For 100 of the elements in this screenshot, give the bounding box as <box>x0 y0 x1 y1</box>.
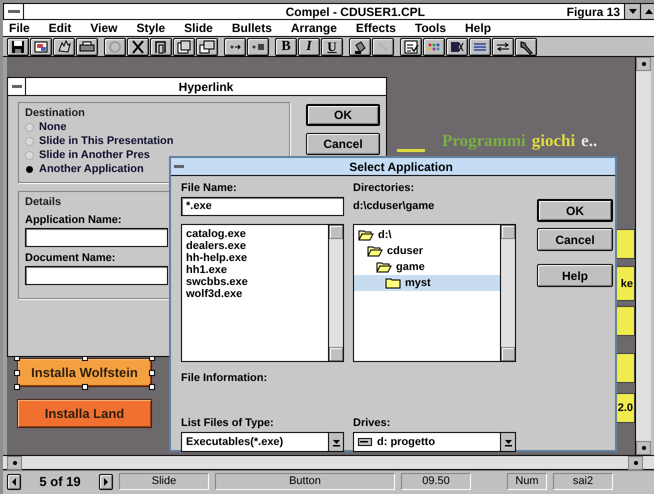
toolbar-button[interactable] <box>400 38 422 56</box>
status-text: Num <box>507 473 547 490</box>
radio-button[interactable] <box>25 136 34 146</box>
cancel-button[interactable]: Cancel <box>306 133 380 155</box>
toolbar-button[interactable] <box>104 38 126 56</box>
format-button[interactable]: B <box>275 38 297 56</box>
directory-item[interactable]: game <box>354 259 500 275</box>
paint-bucket-icon <box>352 38 368 54</box>
menu-item[interactable]: Style <box>136 21 166 35</box>
list-entry[interactable]: wolf3d.exe <box>186 288 324 300</box>
list-entry[interactable]: hh1.exe <box>186 264 324 276</box>
toolbar-button[interactable] <box>469 38 491 56</box>
radio-button[interactable] <box>25 150 34 160</box>
option-label[interactable]: Slide in Another Pres <box>39 149 150 161</box>
menu-item[interactable]: View <box>90 21 118 35</box>
toolbar-button[interactable] <box>76 38 98 56</box>
format-button[interactable]: I <box>298 38 320 56</box>
open-folder-icon <box>376 261 392 273</box>
slide-shape <box>616 306 635 336</box>
file-name-field[interactable]: *.exe <box>181 197 344 216</box>
list-entry[interactable]: hh-help.exe <box>186 252 324 264</box>
toolbar-button[interactable] <box>173 38 195 56</box>
directory-path: d:\cduser\game <box>353 200 434 212</box>
open-folder-icon <box>367 245 383 257</box>
toolbar-button[interactable] <box>53 38 75 56</box>
toolbar-button[interactable] <box>247 38 269 56</box>
menu-item[interactable]: Tools <box>414 21 446 35</box>
directory-item[interactable]: cduser <box>354 243 500 259</box>
toolbar-button[interactable] <box>127 38 149 56</box>
toolbar-button[interactable] <box>196 38 218 56</box>
toolbar-button[interactable] <box>224 38 246 56</box>
file-type-dropdown[interactable]: Executables(*.exe) <box>181 432 344 452</box>
slide-line <box>397 149 425 152</box>
input-field[interactable] <box>25 228 168 247</box>
toolbar-button[interactable] <box>515 38 537 56</box>
down-triangle-icon <box>628 8 636 14</box>
slide-text-box: 2.0 <box>616 393 635 423</box>
toolbar-button[interactable] <box>423 38 445 56</box>
checklist-icon <box>403 38 419 54</box>
radio-button[interactable] <box>25 122 34 132</box>
menu-item[interactable]: Slide <box>184 21 213 35</box>
toolbar-button[interactable] <box>7 38 29 56</box>
toolbar-button[interactable] <box>30 38 52 56</box>
option-label[interactable]: Slide in This Presentation <box>39 135 174 147</box>
scroll-up-button[interactable] <box>636 57 651 71</box>
format-button[interactable]: U <box>321 38 343 56</box>
ok-button[interactable]: OK <box>537 199 613 222</box>
list-entry[interactable]: dealers.exe <box>186 240 324 252</box>
option-label[interactable]: None <box>39 121 66 133</box>
toolbar-button[interactable] <box>446 38 468 56</box>
scroll-right-button[interactable] <box>628 456 643 470</box>
menu-item[interactable]: Effects <box>356 21 396 35</box>
circular-arrows-icon <box>107 38 123 54</box>
slide-counter: 5 of 19 <box>38 474 82 489</box>
cancel-button[interactable]: Cancel <box>537 228 613 251</box>
toolbar-button[interactable] <box>150 38 172 56</box>
menu-item[interactable]: Bullets <box>232 21 272 35</box>
field-label: List Files of Type: <box>181 417 275 431</box>
dialog-title: Select Application <box>348 160 454 174</box>
scroll-left-button[interactable] <box>7 456 22 470</box>
toolbar-button[interactable] <box>349 38 371 56</box>
open-folder-icon <box>358 229 374 241</box>
maximize-button[interactable] <box>640 4 654 19</box>
menu-item[interactable]: File <box>9 21 30 35</box>
status-text: Button <box>215 473 395 490</box>
scroll-down-button[interactable] <box>636 441 651 455</box>
list-entry[interactable]: swcbbs.exe <box>186 276 324 288</box>
menu-item[interactable]: Edit <box>48 21 72 35</box>
toolbar-button[interactable] <box>372 38 394 56</box>
directory-list[interactable]: d:\ cduser game myst <box>353 224 516 362</box>
slide-title-text: Programmi <box>442 131 526 151</box>
input-field[interactable] <box>25 266 168 285</box>
slide-shape <box>616 353 635 383</box>
help-button[interactable]: Help <box>537 264 613 287</box>
slide-text-box: ke <box>616 266 635 301</box>
paste-icon <box>176 38 192 54</box>
dialog-title: Hyperlink <box>178 80 234 94</box>
directory-item[interactable]: myst <box>354 275 500 291</box>
field-label: Document Name: <box>25 252 116 264</box>
section-label: File Information: <box>181 372 268 384</box>
menu-item[interactable]: Help <box>465 21 492 35</box>
ok-button[interactable]: OK <box>306 104 380 126</box>
minimize-button[interactable] <box>624 4 640 19</box>
next-slide-button[interactable] <box>99 474 113 490</box>
radio-button[interactable] <box>26 166 33 172</box>
copy-icon <box>153 38 169 54</box>
file-list[interactable]: catalog.exe dealers.exe hh-help.exe hh1.exe swcbbs.exe wolf3d.exe <box>181 224 344 362</box>
menu-item[interactable]: Arrange <box>290 21 337 35</box>
previous-slide-button[interactable] <box>7 474 21 490</box>
printer-icon <box>79 38 95 54</box>
drive-dropdown[interactable]: d: progetto <box>353 432 516 452</box>
status-text: Slide <box>119 473 209 490</box>
directory-item[interactable]: d:\ <box>354 227 500 243</box>
slide-button[interactable]: Installa Wolfstein <box>14 355 155 390</box>
dash-icon <box>8 10 20 14</box>
option-label[interactable]: Another Application <box>39 163 144 175</box>
slide-button[interactable]: Installa Land <box>14 396 155 431</box>
list-entry[interactable]: catalog.exe <box>186 228 324 240</box>
stacked-pages-icon <box>199 38 215 54</box>
toolbar-button[interactable] <box>492 38 514 56</box>
